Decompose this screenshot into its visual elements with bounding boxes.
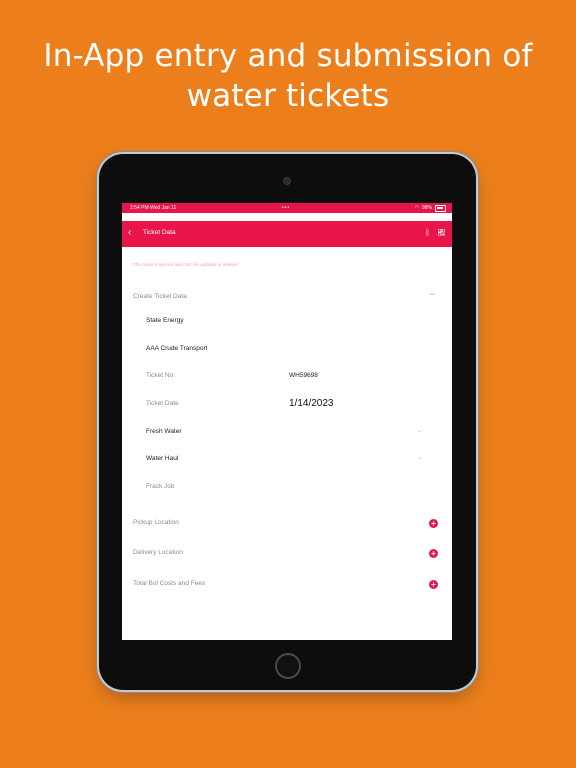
frack-job-field[interactable]: Frack Job	[146, 483, 175, 490]
pickup-location-label[interactable]: Pickup Location	[133, 519, 179, 526]
multitask-dots[interactable]: •••	[282, 203, 290, 213]
camera-icon	[283, 177, 291, 185]
app-screen: 2:54 PM Wed Jan 11 ••• ◠ 98% ‹ Ticket Da…	[122, 203, 452, 640]
headline-line-2: water tickets	[186, 78, 390, 114]
ticket-no-label: Ticket No:	[146, 372, 176, 379]
status-date: Wed Jan 11	[150, 205, 177, 211]
delivery-add-button[interactable]: +	[429, 549, 438, 558]
home-button[interactable]	[275, 653, 301, 679]
page-title: Ticket Data	[143, 229, 176, 236]
qr-code-icon[interactable]	[438, 229, 445, 236]
spacer	[122, 213, 452, 221]
tablet-frame: 2:54 PM Wed Jan 11 ••• ◠ 98% ‹ Ticket Da…	[99, 154, 476, 690]
costs-label[interactable]: Total Bol Costs and Fees	[133, 580, 205, 587]
water-haul-select[interactable]: Water Haul	[146, 455, 178, 462]
company-field[interactable]: State Energy	[146, 317, 184, 324]
section-title[interactable]: Create Ticket Data	[133, 293, 187, 300]
status-bar: 2:54 PM Wed Jan 11 ••• ◠ 98%	[122, 203, 452, 213]
costs-add-button[interactable]: +	[429, 580, 438, 589]
battery-icon	[435, 204, 446, 212]
fresh-water-select[interactable]: Fresh Water	[146, 428, 182, 435]
pickup-add-button[interactable]: +	[429, 519, 438, 528]
wifi-icon: ◠	[414, 205, 419, 211]
sync-notice: This ticket is synced and can't be updat…	[133, 262, 238, 267]
ticket-no-field[interactable]: WH59698	[289, 372, 318, 379]
ticket-date-field[interactable]: 1/14/2023	[289, 398, 334, 409]
battery-level: 98%	[421, 205, 432, 211]
nav-bar: ‹ Ticket Data ᛒ	[122, 221, 452, 247]
status-time: 2:54 PM	[130, 205, 149, 211]
headline-line-1: In-App entry and submission of	[43, 38, 533, 74]
delivery-location-label[interactable]: Delivery Location	[133, 549, 183, 556]
ticket-date-label: Ticket Date	[146, 400, 179, 407]
bluetooth-icon[interactable]: ᛒ	[425, 229, 430, 237]
chevron-left-icon[interactable]: ‹	[128, 228, 131, 238]
chevron-down-icon[interactable]: ⌄	[417, 427, 422, 434]
collapse-button[interactable]: −	[430, 289, 435, 299]
headline: In-App entry and submission of water tic…	[0, 36, 576, 116]
chevron-down-icon[interactable]: ⌄	[417, 454, 422, 461]
transport-field[interactable]: AAA Crude Transport	[146, 345, 207, 352]
